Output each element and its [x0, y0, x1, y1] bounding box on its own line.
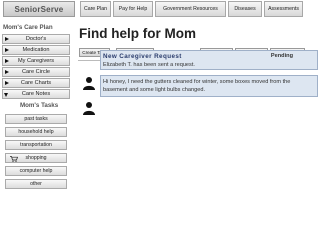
app-logo[interactable]: SeniorServe — [3, 1, 75, 17]
sidebar-item-doctors[interactable]: Doctor's — [2, 34, 70, 44]
nav-tab-assessments[interactable]: Assessments — [264, 1, 303, 17]
sidebar-item-label: Medication — [22, 47, 50, 53]
expand-arrow-icon — [5, 70, 9, 74]
expand-arrow-icon — [5, 37, 9, 41]
nav-tab-pay-for-help[interactable]: Pay for Help — [113, 1, 153, 17]
message-body: Hi honey, I need the gutters cleaned for… — [103, 79, 291, 93]
nav-tab-diseases[interactable]: Diseases — [228, 1, 262, 17]
sidebar: Mom's Care Plan Doctor's Medication My C… — [0, 22, 72, 192]
message-body: Elizabeth T. has been sent a request. — [103, 62, 195, 68]
sidebar-item-care-notes[interactable]: Care Notes — [2, 89, 70, 99]
tasks-heading: Mom's Tasks — [20, 102, 59, 109]
task-item-other[interactable]: other — [5, 179, 67, 189]
task-item-household-help[interactable]: household help — [5, 127, 67, 137]
shopping-cart-icon — [10, 156, 18, 162]
message-title: New Caregiver Request — [103, 53, 182, 60]
expand-arrow-icon — [5, 48, 9, 52]
nav-tab-government-resources[interactable]: Government Resources — [155, 1, 226, 17]
sidebar-item-medication[interactable]: Medication — [2, 45, 70, 55]
top-navigation: SeniorServe Care Plan Pay for Help Gover… — [0, 0, 320, 18]
task-item-past-tasks[interactable]: past tasks — [5, 114, 67, 124]
user-avatar-icon — [83, 102, 95, 115]
sidebar-item-label: Doctor's — [25, 36, 47, 42]
sidebar-item-my-caregivers[interactable]: My Caregivers — [2, 56, 70, 66]
sidebar-item-care-circle[interactable]: Care Circle — [2, 67, 70, 77]
sidebar-item-care-charts[interactable]: Care Charts — [2, 78, 70, 88]
sidebar-item-label: Care Charts — [20, 80, 52, 86]
sidebar-item-label: Care Notes — [21, 91, 51, 97]
expand-arrow-icon — [5, 81, 9, 85]
nav-tab-care-plan[interactable]: Care Plan — [80, 1, 111, 17]
message-card[interactable]: New Caregiver Request Pending Elizabeth … — [100, 50, 318, 70]
care-plan-heading: Mom's Care Plan — [3, 24, 53, 31]
sidebar-item-label: Care Circle — [22, 69, 50, 75]
status-badge: Pending — [270, 53, 293, 59]
task-item-transportation[interactable]: transportation — [5, 140, 67, 150]
expand-arrow-icon — [5, 59, 9, 63]
message-card[interactable]: Hi honey, I need the gutters cleaned for… — [100, 75, 318, 97]
task-item-shopping[interactable]: shopping — [5, 153, 67, 163]
collapse-arrow-icon — [4, 93, 8, 97]
task-item-label: shopping — [25, 155, 47, 161]
sidebar-item-label: My Caregivers — [17, 58, 55, 64]
task-item-computer-help[interactable]: computer help — [5, 166, 67, 176]
page-title: Find help for Mom — [79, 26, 196, 41]
user-avatar-icon — [83, 77, 95, 90]
